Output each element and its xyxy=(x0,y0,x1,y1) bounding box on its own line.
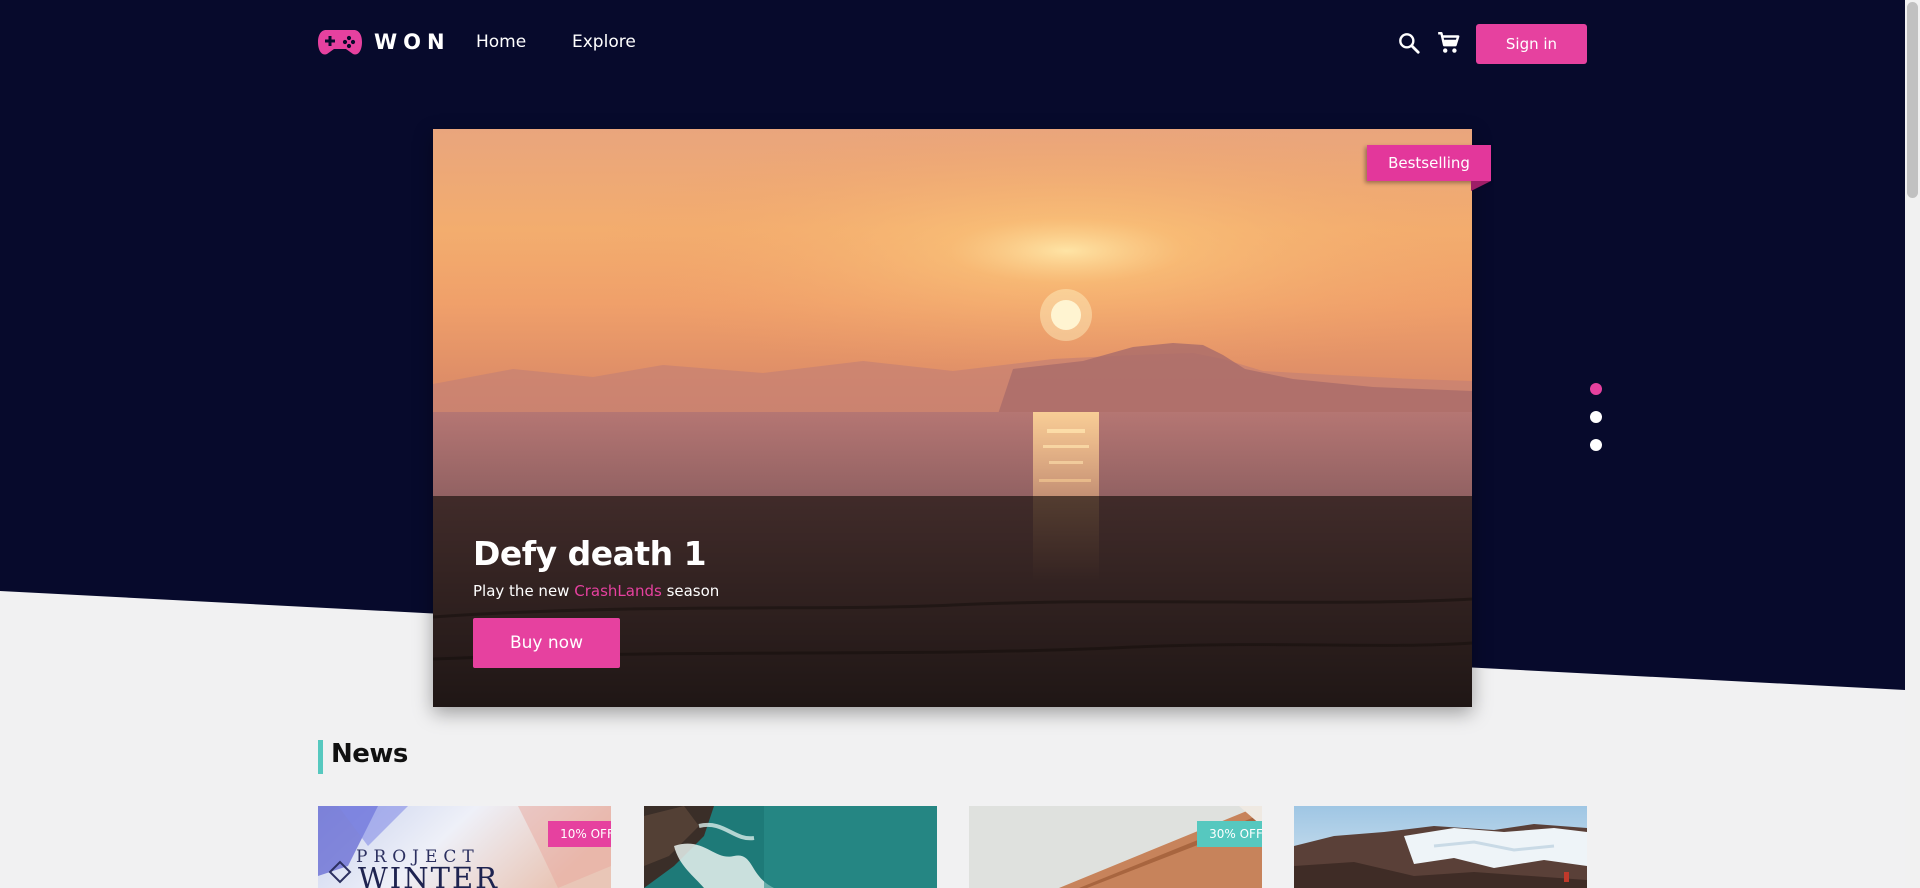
slider-dot-3[interactable] xyxy=(1590,439,1602,451)
bestselling-ribbon: Bestselling xyxy=(1367,145,1493,191)
bestselling-badge: Bestselling xyxy=(1367,145,1491,181)
gamepad-logo-icon xyxy=(318,30,362,55)
hero-slide[interactable]: Defy death 1 Play the new CrashLands sea… xyxy=(433,129,1472,707)
nav-link-explore[interactable]: Explore xyxy=(572,32,636,52)
news-card-3[interactable]: 30% OFF xyxy=(969,806,1262,888)
cart-icon[interactable] xyxy=(1436,30,1462,56)
discount-badge: 30% OFF xyxy=(1197,821,1262,847)
slider-dot-2[interactable] xyxy=(1590,411,1602,423)
rooftop-image xyxy=(969,806,1262,888)
slide-subtitle: Play the new CrashLands season xyxy=(473,582,719,600)
buy-now-button[interactable]: Buy now xyxy=(473,618,620,668)
news-heading: News xyxy=(331,739,408,769)
scrollbar-thumb[interactable] xyxy=(1907,2,1918,198)
subtitle-prefix: Play the new xyxy=(473,582,570,600)
ocean-coast-image xyxy=(644,806,937,888)
subtitle-highlight[interactable]: CrashLands xyxy=(574,582,662,600)
nav-link-home[interactable]: Home xyxy=(476,32,526,52)
search-icon[interactable] xyxy=(1396,30,1422,56)
glacier-image xyxy=(1294,806,1587,888)
slide-title: Defy death 1 xyxy=(473,534,707,573)
page-scrollbar[interactable] xyxy=(1905,0,1920,888)
subtitle-suffix: season xyxy=(666,582,720,600)
project-winter-image: PROJECT WINTER xyxy=(318,806,611,888)
logo-wordmark: WON xyxy=(374,30,451,54)
sign-in-button[interactable]: Sign in xyxy=(1476,24,1587,64)
news-card-4[interactable] xyxy=(1294,806,1587,888)
news-heading-accent xyxy=(318,740,323,774)
news-card-1[interactable]: PROJECT WINTER 10% OFF xyxy=(318,806,611,888)
discount-badge: 10% OFF xyxy=(548,821,611,847)
svg-text:WINTER: WINTER xyxy=(358,861,499,888)
news-card-2[interactable] xyxy=(644,806,937,888)
slide-caption-overlay xyxy=(433,496,1472,707)
ribbon-fold xyxy=(1471,181,1491,191)
logo[interactable]: WON xyxy=(318,28,451,56)
slider-dot-1[interactable] xyxy=(1590,383,1602,395)
top-navigation: WON Home Explore Sign in xyxy=(318,20,1588,66)
